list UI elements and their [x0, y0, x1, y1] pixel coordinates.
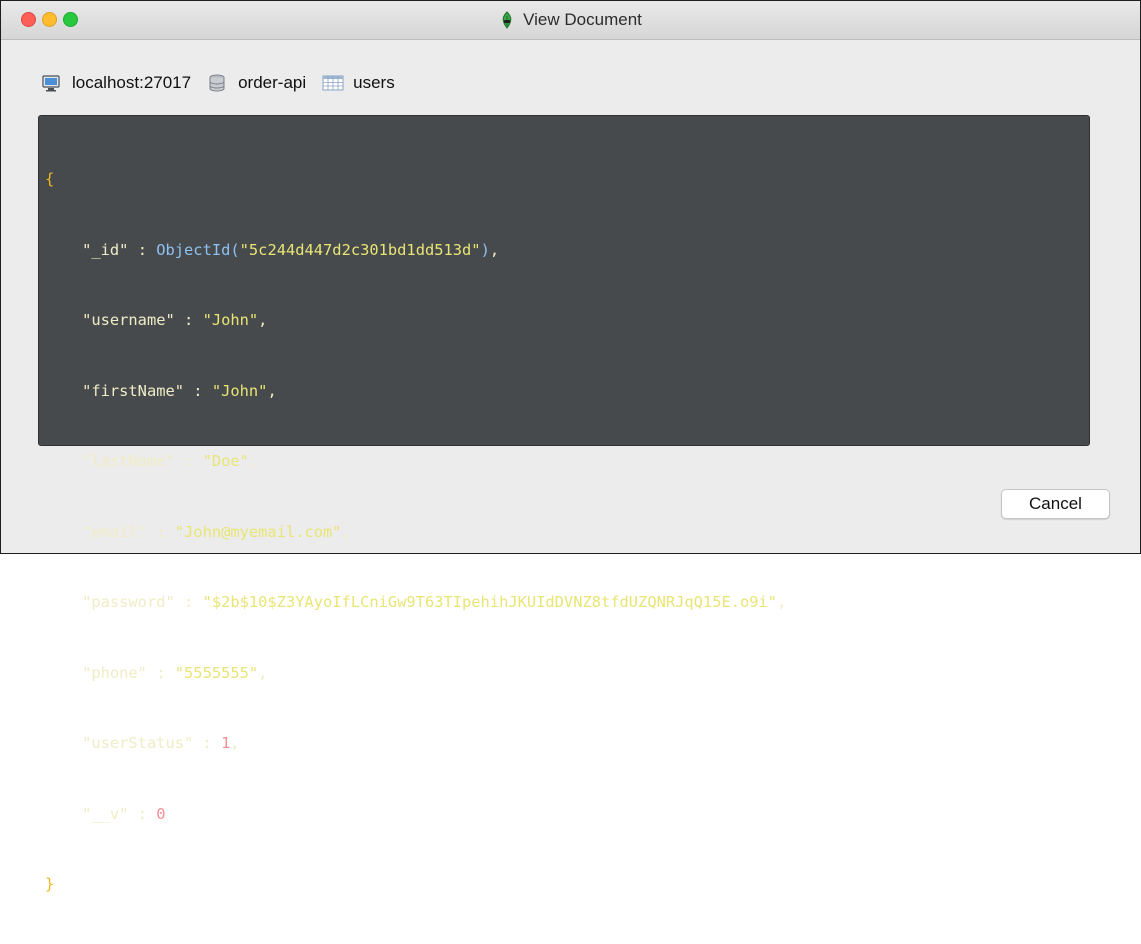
json-value: "5c244d447d2c301bd1dd513d" [239, 240, 481, 259]
json-key: "__v" [82, 804, 129, 823]
json-line: "_id" : ObjectId("5c244d447d2c301bd1dd51… [45, 239, 1089, 263]
breadcrumb-collection-label: users [353, 73, 395, 92]
json-comma: , [230, 734, 240, 752]
json-line: "password" : "$2b$10$Z3YAyoIfLCniGw9T63T… [45, 591, 1089, 615]
json-comma: , [258, 311, 268, 329]
computer-icon [41, 73, 61, 93]
json-value: "John" [202, 311, 259, 329]
json-colon: : [174, 452, 203, 470]
breadcrumb-collection: users [322, 73, 395, 93]
json-value: 0 [156, 804, 166, 823]
json-value: "Doe" [202, 452, 249, 470]
json-function: ObjectId( [156, 240, 240, 259]
database-icon [207, 73, 227, 93]
json-line: } [45, 873, 1089, 897]
json-key: "lastName" [82, 452, 175, 470]
json-comma: , [777, 593, 787, 611]
json-line: { [45, 168, 1089, 192]
json-comma: , [248, 452, 259, 470]
document-json-viewer[interactable]: { "_id" : ObjectId("5c244d447d2c301bd1dd… [38, 115, 1090, 893]
json-value: "$2b$10$Z3YAyoIfLCniGw9T63TIpehihJKUIdDV… [202, 593, 778, 611]
json-value: "John@myemail.com" [174, 522, 342, 541]
json-key: "userStatus" [82, 734, 194, 752]
breadcrumb-host: localhost:27017 [41, 73, 191, 93]
json-close-brace: } [45, 875, 55, 893]
breadcrumb: localhost:27017 order-api users [41, 73, 411, 93]
json-line: "__v" : 0 [45, 803, 1089, 827]
view-document-window: View Document localhost:27017 order-api … [0, 0, 1141, 893]
json-key: "firstName" [82, 381, 185, 400]
json-line: "phone" : "5555555", [45, 662, 1089, 686]
json-key: "email" [82, 522, 147, 541]
cancel-button[interactable]: Cancel [1001, 489, 1110, 519]
json-comma: , [258, 663, 268, 682]
json-colon: : [193, 734, 222, 752]
title-bar[interactable]: View Document [1, 1, 1140, 40]
json-line: "email" : "John@myemail.com", [45, 521, 1089, 545]
breadcrumb-database-label: order-api [238, 73, 307, 92]
json-comma: , [489, 240, 500, 259]
json-key: "password" [82, 593, 175, 611]
json-key: "phone" [82, 663, 147, 682]
json-colon: : [184, 381, 212, 400]
table-icon [322, 73, 344, 93]
json-key: "_id" [82, 240, 129, 259]
json-key: "username" [82, 311, 175, 329]
json-comma: , [267, 381, 277, 400]
window-title-group: View Document [1, 10, 1140, 30]
json-colon: : [146, 663, 175, 682]
json-line: "userStatus" : 1, [45, 732, 1089, 756]
robo-3t-leaf-icon [499, 11, 515, 29]
json-value: "5555555" [174, 663, 259, 682]
breadcrumb-host-label: localhost:27017 [72, 73, 192, 92]
json-line: "lastName" : "Doe", [45, 450, 1089, 474]
breadcrumb-database: order-api [207, 73, 306, 93]
json-function-close: ) [480, 240, 490, 259]
json-colon: : [174, 593, 203, 611]
json-colon: : [174, 311, 203, 329]
json-line: "firstName" : "John", [45, 380, 1089, 404]
json-line: "username" : "John", [45, 309, 1089, 333]
json-value: "John" [211, 381, 268, 400]
window-title: View Document [523, 10, 642, 29]
json-open-brace: { [45, 170, 55, 188]
json-value: 1 [221, 734, 231, 752]
json-colon: : [128, 240, 157, 259]
json-colon: : [146, 522, 175, 541]
json-comma: , [341, 522, 351, 541]
json-colon: : [128, 804, 157, 823]
